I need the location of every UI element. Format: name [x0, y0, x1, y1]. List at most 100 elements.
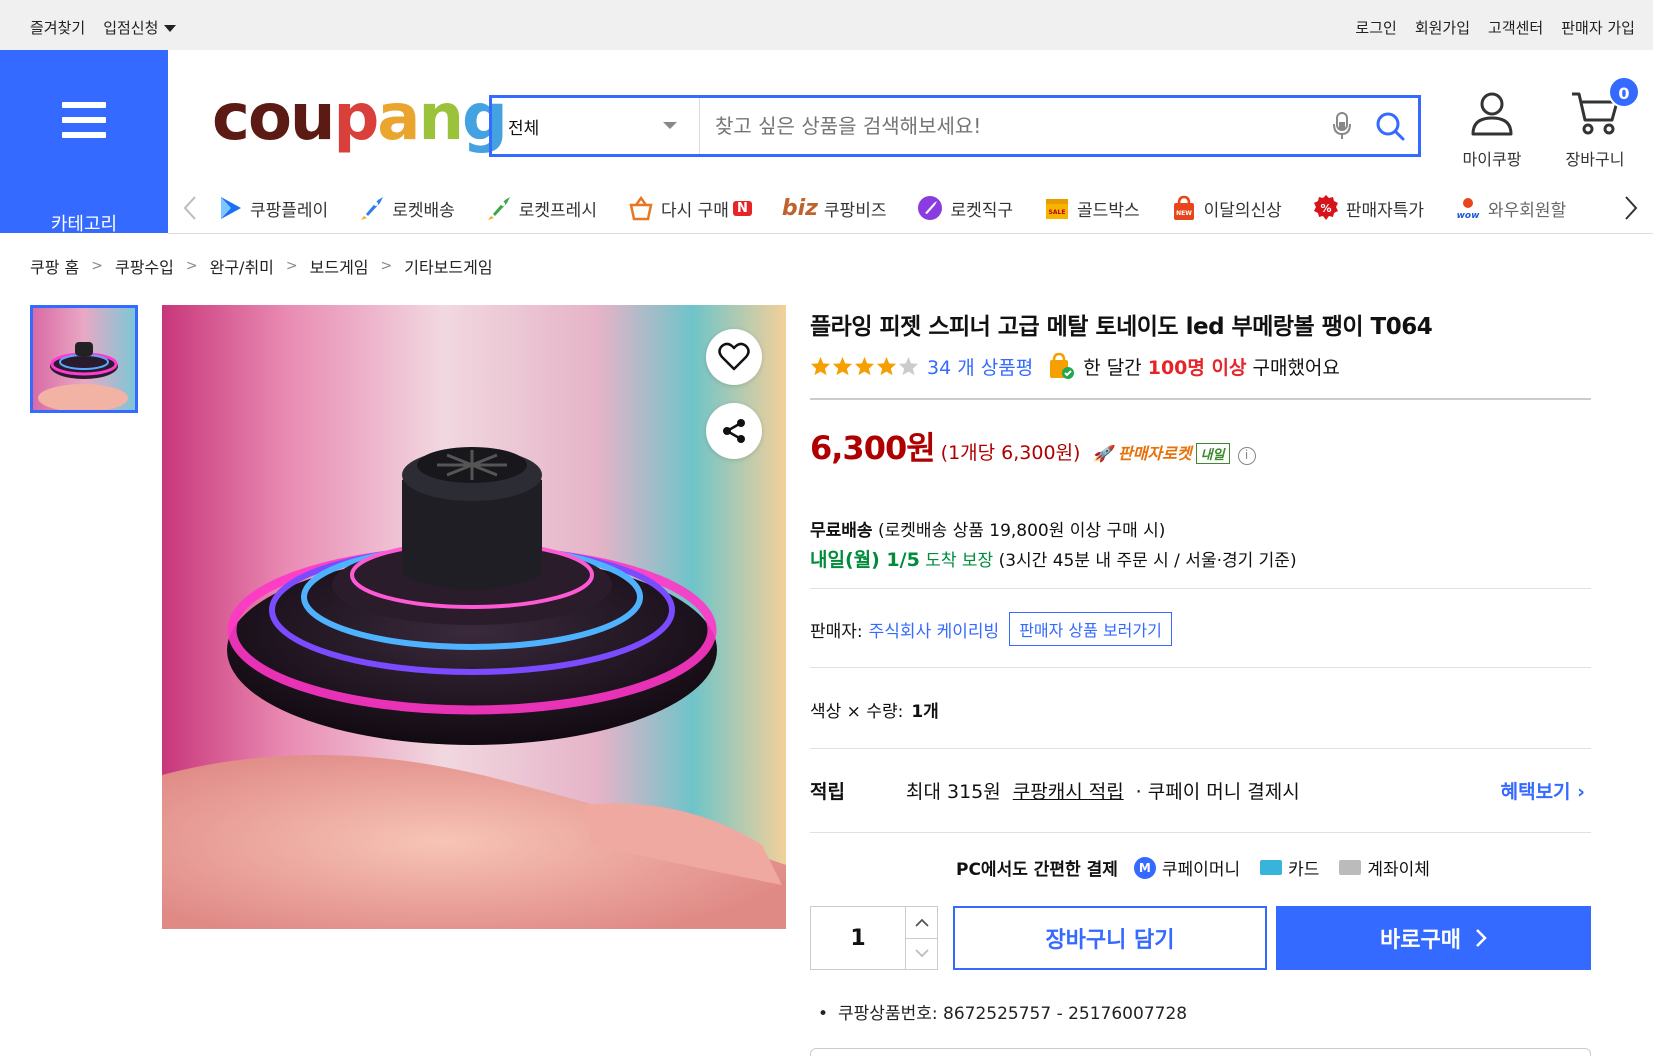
- payment-title: PC에서도 간편한 결제: [956, 860, 1118, 880]
- arrival-date: 내일(월) 1/5: [810, 549, 920, 571]
- nav-item-goldbox[interactable]: SALE 골드박스: [1043, 194, 1140, 222]
- goldbox-icon: SALE: [1046, 199, 1069, 219]
- nav-item-label: 다시 구매: [660, 200, 729, 221]
- chevron-right-icon: [1476, 929, 1487, 947]
- search-icon[interactable]: [1362, 106, 1418, 146]
- nav-item-wow-members[interactable]: wow 와우회원할: [1454, 194, 1566, 222]
- svg-text:wow: wow: [1457, 211, 1480, 221]
- seller-rocket-badge: 🚀 판매자로켓: [1092, 444, 1192, 463]
- seller-apply-menu[interactable]: 입점신청: [103, 17, 177, 38]
- nav-item-seller-deals[interactable]: % 판매자특가: [1312, 194, 1424, 222]
- purchase-prefix: 한 달간: [1083, 356, 1142, 379]
- wishlist-button[interactable]: [706, 329, 762, 385]
- breadcrumb: 쿠팡 홈 > 쿠팡수입 > 완구/취미 > 보드게임 > 기타보드게임: [30, 254, 493, 278]
- search-category-select[interactable]: 전체: [492, 98, 700, 154]
- coupang-cash-link[interactable]: 쿠팡캐시 적립: [1013, 777, 1124, 804]
- chevron-right-icon: >: [380, 258, 393, 274]
- coupang-logo[interactable]: coupang: [212, 78, 508, 158]
- rating-stars: [810, 356, 919, 376]
- cart-button[interactable]: 장바구니 0: [1555, 76, 1640, 170]
- breadcrumb-item[interactable]: 쿠팡 홈: [30, 254, 79, 278]
- heart-icon: [718, 342, 750, 371]
- purchase-count: 100명 이상: [1147, 356, 1247, 379]
- nav-item-rocket-delivery[interactable]: 로켓배송: [358, 194, 455, 222]
- info-icon[interactable]: i: [1237, 447, 1256, 465]
- nav-item-rocket-fresh[interactable]: 로켓프레시: [485, 194, 597, 222]
- search-input[interactable]: [700, 98, 1322, 154]
- price: 6,300원: [810, 429, 936, 467]
- my-coupang-button[interactable]: 마이쿠팡: [1452, 90, 1532, 170]
- add-to-cart-button[interactable]: 장바구니 담기: [953, 906, 1267, 970]
- chevron-up-icon: [914, 918, 929, 927]
- star-icon: [854, 356, 875, 376]
- quantity-value[interactable]: 1: [811, 907, 905, 969]
- nav-item-label: 이달의신상: [1203, 200, 1282, 221]
- seller-join-link[interactable]: 판매자 가입: [1561, 17, 1635, 38]
- unit-price: (1개당 6,300원): [940, 442, 1081, 464]
- biz-icon: biz: [781, 195, 818, 221]
- free-ship-label: 무료배송: [810, 521, 873, 541]
- bookmark-link[interactable]: 즐겨찾기: [30, 17, 85, 38]
- seller-products-button[interactable]: 판매자 상품 보러가기: [1009, 612, 1172, 646]
- nav-item-new-arrivals[interactable]: NEW 이달의신상: [1170, 194, 1282, 222]
- breadcrumb-item[interactable]: 기타보드게임: [404, 254, 492, 278]
- chevron-right-icon: >: [91, 258, 103, 274]
- rating-row: 34 개 상품평 한 달간 100명 이상 구매했어요: [810, 352, 1340, 380]
- top-utility-bar: 즐겨찾기 입점신청 로그인 회원가입 고객센터 판매자 가입: [0, 0, 1653, 50]
- share-button[interactable]: [706, 403, 762, 459]
- nav-next-arrow-icon[interactable]: [1609, 183, 1653, 233]
- payment-methods: PC에서도 간편한 결제 M 쿠페이머니 카드 계좌이체: [956, 855, 1430, 880]
- buy-now-button[interactable]: 바로구매: [1276, 906, 1591, 970]
- seller-apply-label: 입점신청: [103, 19, 159, 37]
- rocket-icon: [361, 197, 384, 220]
- breadcrumb-item[interactable]: 보드게임: [310, 254, 369, 278]
- search-category-value: 전체: [508, 118, 540, 139]
- logo-part: a: [377, 81, 420, 155]
- benefits-link[interactable]: 혜택보기 ›: [1501, 777, 1585, 804]
- arrival-condition: (3시간 45분 내 주문 시 / 서울·경기 기준): [998, 551, 1297, 571]
- bank-transfer-icon: [1339, 860, 1362, 875]
- play-icon: [221, 197, 241, 219]
- nav-item-rocket-global[interactable]: 로켓직구: [916, 194, 1013, 222]
- buy-now-label: 바로구매: [1380, 928, 1461, 953]
- breadcrumb-item[interactable]: 완구/취미: [210, 254, 274, 278]
- nav-item-label: 골드박스: [1077, 200, 1140, 221]
- share-icon: [723, 419, 745, 443]
- login-link[interactable]: 로그인: [1355, 17, 1396, 38]
- next-section-edge: [810, 1048, 1591, 1056]
- reward-label: 적립: [810, 781, 845, 803]
- product-main-image[interactable]: [162, 305, 786, 929]
- coupay-money-icon: M: [1133, 856, 1156, 879]
- card-icon: [1260, 860, 1283, 875]
- nav-prev-arrow-icon[interactable]: [168, 183, 212, 233]
- chevron-right-icon: >: [285, 258, 298, 274]
- logo-part: p: [333, 81, 379, 155]
- signup-link[interactable]: 회원가입: [1415, 17, 1470, 38]
- cart-count-badge: 0: [1608, 76, 1640, 108]
- customer-center-link[interactable]: 고객센터: [1488, 17, 1543, 38]
- free-shipping-info: 무료배송 (로켓배송 상품 19,800원 이상 구매 시): [810, 516, 1165, 541]
- quantity-increase-button[interactable]: [906, 907, 937, 938]
- nav-item-label: 쿠팡플레이: [250, 200, 329, 221]
- service-nav: 쿠팡플레이 로켓배송 로켓프레시 다시 구매 N biz 쿠팡비즈 로켓직구 S…: [168, 183, 1653, 233]
- quantity-decrease-button[interactable]: [906, 937, 937, 970]
- seller-name-link[interactable]: 주식회사 케이리빙: [869, 617, 1000, 642]
- nav-item-coupang-biz[interactable]: biz 쿠팡비즈: [782, 196, 887, 221]
- nav-divider: [168, 233, 1653, 234]
- purchase-suffix: 구매했어요: [1252, 356, 1340, 379]
- reward-condition: · 쿠페이 머니 결제시: [1135, 781, 1300, 803]
- rocket-label: 판매자로켓: [1117, 444, 1192, 463]
- free-ship-condition: (로켓배송 상품 19,800원 이상 구매 시): [877, 521, 1166, 541]
- category-menu-button[interactable]: 카테고리: [0, 50, 168, 235]
- mic-icon[interactable]: [1322, 106, 1362, 146]
- svg-text:NEW: NEW: [1176, 210, 1192, 217]
- breadcrumb-item[interactable]: 쿠팡수입: [115, 254, 174, 278]
- nav-item-label: 로켓직구: [950, 200, 1014, 221]
- search-bar: 전체: [489, 95, 1421, 157]
- nav-item-rebuy[interactable]: 다시 구매 N: [627, 194, 752, 222]
- review-count-link[interactable]: 34 개 상품평: [927, 353, 1033, 380]
- quantity-stepper: 1: [810, 906, 938, 970]
- new-bag-icon: NEW: [1173, 195, 1194, 220]
- product-thumbnail[interactable]: [30, 305, 138, 413]
- nav-item-coupang-play[interactable]: 쿠팡플레이: [216, 194, 328, 222]
